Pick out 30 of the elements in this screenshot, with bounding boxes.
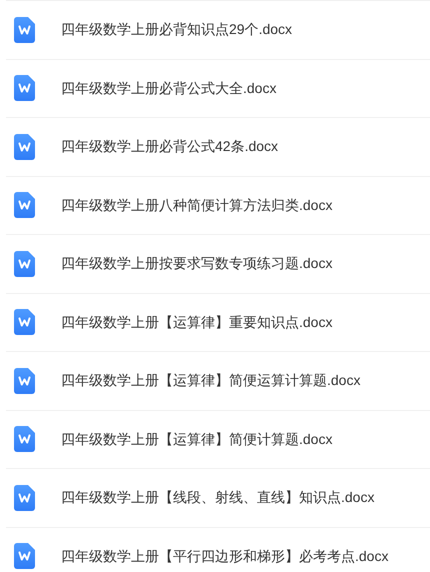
file-row[interactable]: 四年级数学上册按要求写数专项练习题.docx	[6, 235, 430, 294]
file-row[interactable]: 四年级数学上册【运算律】简便运算计算题.docx	[6, 352, 430, 410]
file-name: 四年级数学上册必背公式大全.docx	[61, 78, 276, 98]
file-row[interactable]: 四年级数学上册【线段、射线、直线】知识点.docx	[6, 469, 430, 528]
file-name: 四年级数学上册按要求写数专项练习题.docx	[61, 254, 332, 274]
file-name: 四年级数学上册【运算律】简便计算题.docx	[61, 430, 332, 449]
document-icon	[14, 426, 35, 452]
document-icon	[14, 134, 35, 160]
file-name: 四年级数学上册【运算律】重要知识点.docx	[61, 312, 332, 332]
document-icon	[14, 484, 35, 511]
file-name: 四年级数学上册【运算律】简便运算计算题.docx	[61, 371, 360, 390]
file-row[interactable]: 四年级数学上册必背公式大全.docx	[6, 60, 430, 118]
file-name: 四年级数学上册【平行四边形和梯形】必考考点.docx	[61, 546, 388, 566]
document-icon	[14, 368, 35, 394]
file-name: 四年级数学上册八种简便计算方法归类.docx	[61, 196, 332, 215]
document-icon	[14, 192, 35, 218]
file-name: 四年级数学上册必背知识点29个.docx	[61, 20, 292, 40]
file-row[interactable]: 四年级数学上册必背知识点29个.docx	[6, 1, 430, 60]
file-row[interactable]: 四年级数学上册必背公式42条.docx	[6, 118, 430, 176]
file-row[interactable]: 四年级数学上册【平行四边形和梯形】必考考点.docx	[6, 528, 430, 572]
document-icon	[14, 250, 35, 277]
document-icon	[14, 309, 35, 336]
file-name: 四年级数学上册必背公式42条.docx	[61, 137, 278, 156]
document-icon	[14, 75, 35, 102]
document-icon	[14, 16, 35, 43]
file-name: 四年级数学上册【线段、射线、直线】知识点.docx	[61, 488, 374, 508]
file-row[interactable]: 四年级数学上册八种简便计算方法归类.docx	[6, 176, 430, 235]
file-row[interactable]: 四年级数学上册【运算律】重要知识点.docx	[6, 294, 430, 352]
file-row[interactable]: 四年级数学上册【运算律】简便计算题.docx	[6, 410, 430, 469]
document-icon	[14, 543, 35, 570]
